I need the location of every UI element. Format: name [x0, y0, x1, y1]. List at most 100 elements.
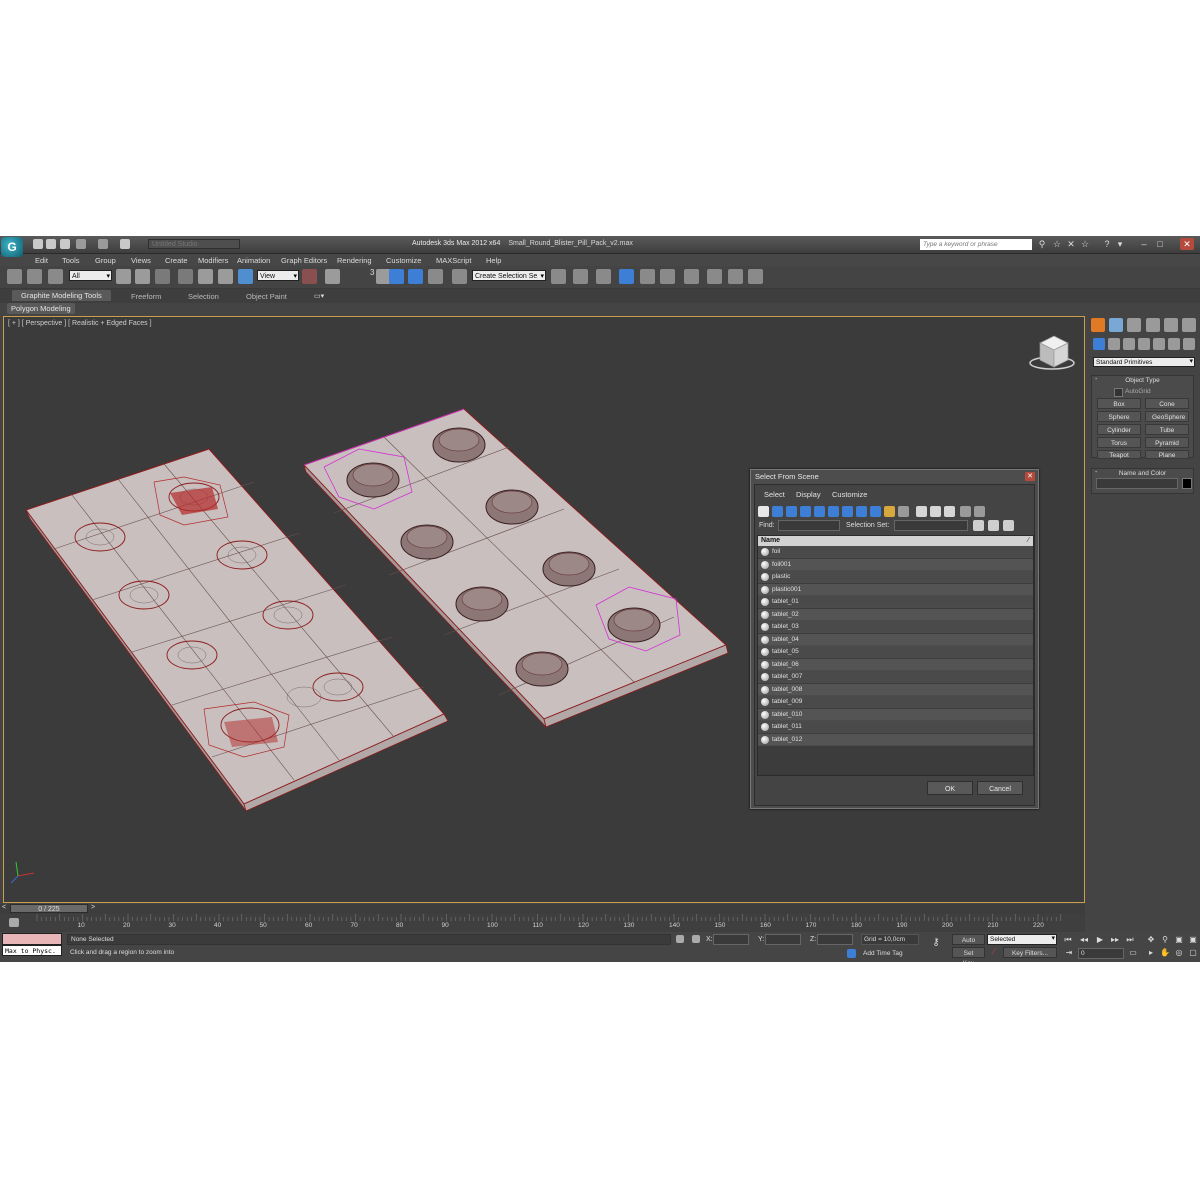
mini-curve-editor-icon[interactable]: [9, 918, 19, 927]
previous-frame-icon[interactable]: ◂◂: [1079, 935, 1089, 944]
list-item[interactable]: tablet_008: [758, 683, 1033, 696]
layer-manager-icon[interactable]: [596, 269, 611, 284]
geosphere-button[interactable]: GeoSphere: [1145, 411, 1189, 422]
menu-graph-editors[interactable]: Graph Editors: [281, 256, 327, 265]
list-item[interactable]: foil001: [758, 558, 1033, 571]
menu-help[interactable]: Help: [486, 256, 501, 265]
list-item[interactable]: tablet_011: [758, 721, 1033, 733]
display-containers-icon[interactable]: [884, 506, 895, 517]
lights-category-icon[interactable]: [1123, 338, 1135, 350]
y-coordinate-field[interactable]: [765, 934, 801, 945]
key-selection-dropdown[interactable]: Selected: [987, 934, 1057, 945]
angle-snap-icon[interactable]: [389, 269, 404, 284]
help-icon[interactable]: ?: [1102, 239, 1112, 249]
menu-tools[interactable]: Tools: [62, 256, 80, 265]
next-frame-icon[interactable]: ▸▸: [1110, 935, 1120, 944]
open-file-icon[interactable]: [46, 239, 56, 249]
column-name-header[interactable]: Name ⁄: [758, 536, 1033, 546]
object-color-swatch[interactable]: [1182, 478, 1192, 489]
display-geometry-icon[interactable]: [758, 506, 769, 517]
select-manipulate-icon[interactable]: [325, 269, 340, 284]
time-configuration-icon[interactable]: ▭: [1128, 948, 1138, 957]
remove-selection-set-icon[interactable]: [1003, 520, 1014, 531]
time-next-icon[interactable]: >: [91, 904, 95, 911]
track-bar[interactable]: 10 20 30 40 50 60 70 80 90 100 110 120 130 140 150 160 1…: [0, 914, 1085, 932]
new-file-icon[interactable]: [33, 239, 43, 249]
list-item[interactable]: foil: [758, 546, 1033, 558]
ok-button[interactable]: OK: [927, 781, 973, 795]
render-production-icon[interactable]: [748, 269, 763, 284]
subscription-icon[interactable]: ☆: [1052, 239, 1062, 249]
dialog-menu-customize[interactable]: Customize: [832, 490, 867, 499]
load-selection-set-icon[interactable]: [988, 520, 999, 531]
time-prev-icon[interactable]: <: [2, 904, 6, 911]
shapes-category-icon[interactable]: [1108, 338, 1120, 350]
teapot-button[interactable]: Teapot: [1097, 450, 1141, 459]
bind-space-warp-icon[interactable]: [48, 269, 63, 284]
list-item[interactable]: plastic: [758, 571, 1033, 583]
viewcube-icon[interactable]: [1029, 335, 1075, 370]
schematic-view-icon[interactable]: [660, 269, 675, 284]
cylinder-button[interactable]: Cylinder: [1097, 424, 1141, 435]
list-item[interactable]: tablet_02: [758, 608, 1033, 621]
utilities-tab-icon[interactable]: [1182, 318, 1196, 332]
list-item[interactable]: plastic001: [758, 583, 1033, 596]
display-bones-icon[interactable]: [870, 506, 881, 517]
list-item[interactable]: tablet_03: [758, 621, 1033, 633]
torus-button[interactable]: Torus: [1097, 437, 1141, 448]
select-none-icon[interactable]: [930, 506, 941, 517]
menu-animation[interactable]: Animation: [237, 256, 270, 265]
menu-maxscript[interactable]: MAXScript: [436, 256, 471, 265]
zoom-icon[interactable]: ✥: [1146, 935, 1156, 944]
favorites-icon[interactable]: ☆: [1080, 239, 1090, 249]
display-groups-icon[interactable]: [842, 506, 853, 517]
edit-named-selection-icon[interactable]: [452, 269, 467, 284]
pan-view-icon[interactable]: ✋: [1160, 948, 1170, 957]
systems-category-icon[interactable]: [1183, 338, 1195, 350]
time-slider-thumb[interactable]: 0 / 225: [10, 904, 88, 913]
menu-views[interactable]: Views: [131, 256, 151, 265]
dialog-menu-display[interactable]: Display: [796, 490, 821, 499]
motion-tab-icon[interactable]: [1146, 318, 1160, 332]
sync-selection-icon[interactable]: [974, 506, 985, 517]
object-name-input[interactable]: [1096, 478, 1178, 489]
maximize-viewport-icon[interactable]: ▢: [1188, 948, 1198, 957]
menu-group[interactable]: Group: [95, 256, 116, 265]
redo-icon[interactable]: [98, 239, 108, 249]
list-item[interactable]: tablet_010: [758, 708, 1033, 721]
tab-object-paint[interactable]: Object Paint: [246, 292, 287, 301]
object-type-title[interactable]: Object Type: [1092, 377, 1193, 384]
select-all-icon[interactable]: [916, 506, 927, 517]
selection-filter-dropdown[interactable]: All: [69, 270, 112, 282]
add-time-tag[interactable]: Add Time Tag: [863, 950, 903, 957]
key-filters-button[interactable]: Key Filters...: [1003, 947, 1057, 958]
help-dropdown-icon[interactable]: ▾: [1115, 239, 1125, 249]
align-icon[interactable]: [573, 269, 588, 284]
unlink-icon[interactable]: [27, 269, 42, 284]
ribbon-panel-polygon-modeling[interactable]: Polygon Modeling: [7, 303, 75, 314]
z-coordinate-field[interactable]: [817, 934, 853, 945]
rendered-frame-window-icon[interactable]: [728, 269, 743, 284]
display-xrefs-icon[interactable]: [856, 506, 867, 517]
modify-tab-icon[interactable]: [1109, 318, 1123, 332]
tab-graphite-modeling-tools[interactable]: Graphite Modeling Tools: [12, 290, 111, 301]
zoom-extents-all-icon[interactable]: ▣: [1188, 935, 1198, 944]
project-folder-field[interactable]: Untitled Studio: [148, 239, 240, 249]
name-color-title[interactable]: Name and Color: [1092, 470, 1193, 477]
display-spacewarps-icon[interactable]: [828, 506, 839, 517]
scale-icon[interactable]: [238, 269, 253, 284]
ribbon-options-icon[interactable]: ▭▾: [314, 292, 324, 300]
auto-key-button[interactable]: Auto Key: [952, 934, 985, 954]
save-selection-set-icon[interactable]: [973, 520, 984, 531]
select-invert-icon[interactable]: [944, 506, 955, 517]
perspective-viewport[interactable]: [ + ] [ Perspective ] [ Realistic + Edge…: [3, 316, 1085, 903]
communication-icon[interactable]: ✕: [1066, 239, 1076, 249]
go-to-end-icon[interactable]: ⏭: [1125, 935, 1135, 944]
select-by-name-icon[interactable]: [135, 269, 150, 284]
select-link-icon[interactable]: [7, 269, 22, 284]
geometry-category-icon[interactable]: [1093, 338, 1105, 350]
mirror-icon[interactable]: [551, 269, 566, 284]
list-item[interactable]: tablet_012: [758, 733, 1033, 746]
display-lights-icon[interactable]: [786, 506, 797, 517]
spacewarps-category-icon[interactable]: [1168, 338, 1180, 350]
